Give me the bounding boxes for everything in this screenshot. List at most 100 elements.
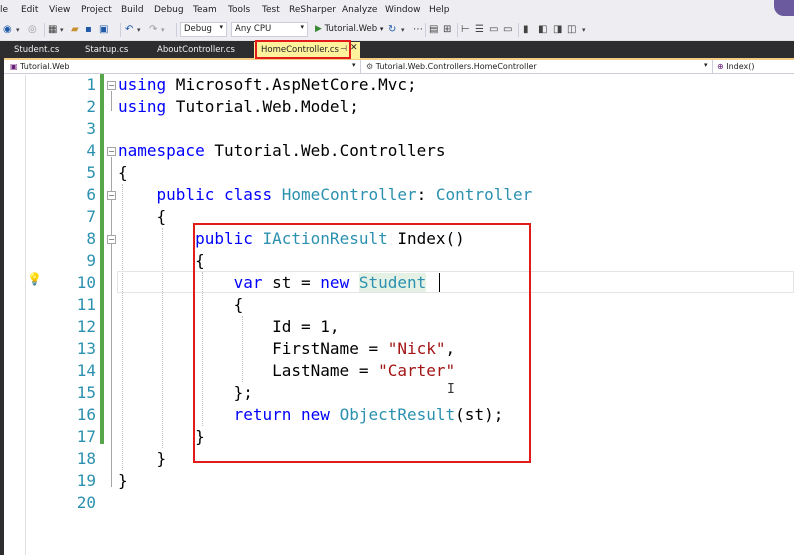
line-number: 12 [76,317,96,336]
line-number: 18 [76,449,96,468]
code-line-2: using Tutorial.Web.Model; [118,97,359,116]
code-line-5: { [118,163,128,182]
change-marker [100,140,104,228]
menu-build[interactable]: Build [121,5,144,15]
tab-aboutcontroller-cs[interactable]: AboutController.cs [157,45,235,55]
code-line-6: public class HomeController: Controller [156,185,533,204]
standard-toolbar: ◉ ▾ ◎ ▦ ▾ ▰ ▪ ▣ ↶ ▾ ↷ ▾ Debug ▾ Any CPU … [0,20,794,41]
code-line-1: using Microsoft.AspNetCore.Mvc; [118,75,417,94]
platform-select[interactable]: Any CPU ▾ [231,22,308,37]
code-line-17: } [118,427,205,446]
back-icon[interactable]: ◉ [3,23,12,37]
chevron-down-icon: ▾ [300,23,304,31]
open-icon[interactable]: ▰ [71,23,79,37]
chevron-down-icon[interactable]: ▾ [704,61,708,69]
new-project-icon[interactable]: ▦ [48,23,57,37]
change-marker [100,228,104,444]
csharp-project-icon: ▣ [10,62,18,71]
glyph-margin[interactable] [4,75,26,555]
project-selector[interactable]: ▣ Tutorial.Web [10,60,360,73]
chevron-down-icon[interactable]: ▾ [352,61,356,69]
line-number: 6 [86,185,96,204]
line-number: 4 [86,141,96,160]
undo-dropdown-icon[interactable]: ▾ [137,23,141,37]
navigation-bar: ▣ Tutorial.Web ▾ ⚙ Tutorial.Web.Controll… [0,60,794,74]
menu-debug[interactable]: Debug [154,5,184,15]
fold-guide [111,91,112,111]
line-number: 11 [76,295,96,314]
line-number: 15 [76,383,96,402]
save-icon[interactable]: ▪ [85,23,92,37]
line-number: 9 [86,251,96,270]
chevron-down-icon: ▾ [379,25,384,33]
comment-icon[interactable]: ▭ [489,23,498,37]
clear-bookmarks-icon[interactable]: ◫ [567,23,576,37]
next-bookmark-icon[interactable]: ◨ [553,23,562,37]
code-line-19: } [118,471,128,490]
collapse-icon[interactable]: − [107,81,116,90]
code-line-9: { [118,251,205,270]
change-marker [100,74,104,140]
format-icon[interactable]: ⊢ [461,23,470,37]
code-line-7: { [118,207,167,226]
previous-bookmark-icon[interactable]: ◧ [538,23,547,37]
menu-view[interactable]: View [49,5,70,15]
start-debug-icon: ▶ [315,24,322,34]
toolbar-overflow-icon[interactable]: ▾ [582,23,586,37]
code-line-4: namespace Tutorial.Web.Controllers [118,141,446,160]
line-number: 14 [76,361,96,380]
class-selector[interactable]: ⚙ Tutorial.Web.Controllers.HomeControlle… [366,60,706,73]
refresh-dropdown-icon[interactable]: ▾ [401,23,405,37]
collapse-icon[interactable]: − [107,147,116,156]
save-all-icon[interactable]: ▣ [99,23,108,37]
configuration-select[interactable]: Debug ▾ [180,22,227,37]
member-selector[interactable]: ⊕ Index() [717,60,787,73]
browser-link-icon[interactable]: ▤ [429,23,438,37]
line-number: 5 [86,163,96,182]
menu-resharper[interactable]: ReSharper [289,5,336,15]
forward-icon[interactable]: ◎ [28,23,37,37]
lightbulb-icon[interactable]: 💡 [27,272,42,286]
line-number: 13 [76,339,96,358]
menu-team[interactable]: Team [193,5,217,15]
toggle-icon[interactable]: ⊞ [443,23,451,37]
line-number: 8 [86,229,96,248]
new-project-dropdown-icon[interactable]: ▾ [60,23,64,37]
uncomment-icon[interactable]: ▭ [503,23,512,37]
menu-file[interactable]: le [0,5,8,15]
menu-help[interactable]: Help [429,5,450,15]
refresh-icon[interactable]: ↻ [388,23,396,37]
menu-analyze[interactable]: Analyze [342,5,377,15]
start-debugging-button[interactable]: ▶ Tutorial.Web ▾ [315,24,383,34]
redo-dropdown-icon[interactable]: ▾ [161,23,165,37]
code-annotation-box [193,223,531,463]
chevron-down-icon: ▾ [219,23,223,31]
redo-icon[interactable]: ↷ [149,23,157,37]
menu-edit[interactable]: Edit [21,5,38,15]
fold-guide [111,157,112,487]
close-icon[interactable]: ✕ [350,43,358,53]
class-icon: ⚙ [366,62,374,71]
indent-icon[interactable]: ☰ [475,23,484,37]
tab-annotation-box [255,40,351,59]
quick-launch-icon[interactable] [774,0,794,16]
line-number: 3 [86,119,96,138]
tab-startup-cs[interactable]: Startup.cs [85,45,128,55]
tab-student-cs[interactable]: Student.cs [14,45,59,55]
collapse-icon[interactable]: − [107,191,116,200]
menu-test[interactable]: Test [262,5,280,15]
line-number: 20 [76,493,96,512]
code-line-18: } [118,449,167,468]
menu-tools[interactable]: Tools [228,5,250,15]
back-dropdown-icon[interactable]: ▾ [16,23,20,37]
bookmark-icon[interactable]: ▮ [523,23,529,37]
line-number: 10 [76,273,96,292]
line-number: 2 [86,97,96,116]
undo-icon[interactable]: ↶ [125,23,133,37]
hot-reload-icon[interactable]: ⋯ [413,23,423,37]
menu-project[interactable]: Project [81,5,112,15]
line-number: 1 [86,75,96,94]
collapse-icon[interactable]: − [107,235,116,244]
menu-window[interactable]: Window [385,5,421,15]
line-number: 17 [76,427,96,446]
